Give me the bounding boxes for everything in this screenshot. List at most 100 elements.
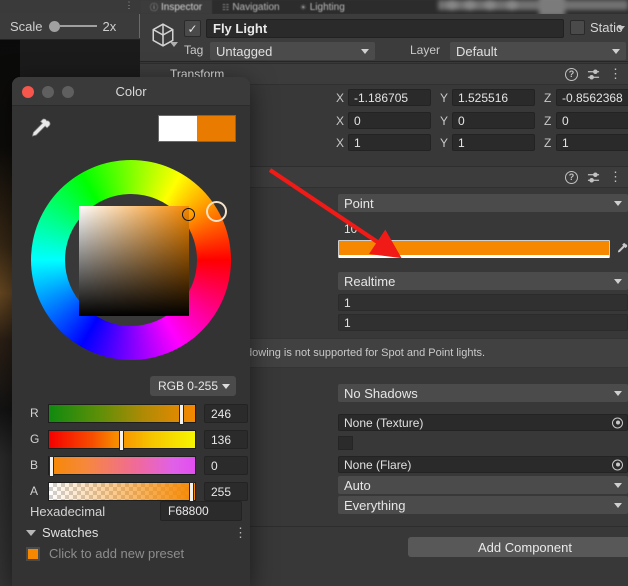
help-icon[interactable]: ? (565, 170, 578, 184)
window-traffic-lights (22, 86, 74, 98)
preset-icon[interactable] (587, 68, 600, 81)
channel-a-input[interactable]: 255 (204, 482, 248, 501)
channel-a-slider[interactable] (48, 482, 196, 503)
scale-z-input[interactable]: 1 (556, 134, 628, 151)
tab-inspector[interactable]: ⓘ Inspector (140, 0, 213, 14)
chevron-down-icon[interactable] (26, 529, 36, 536)
add-preset-row[interactable]: Click to add new preset (26, 546, 184, 561)
position-z-input[interactable]: -0.8562368 (556, 89, 628, 106)
chevron-down-icon (614, 201, 622, 206)
saturation-value-cursor[interactable] (182, 208, 195, 221)
static-checkbox[interactable] (570, 20, 585, 35)
help-icon[interactable]: ? (565, 67, 578, 81)
add-component-button[interactable]: Add Component (408, 537, 628, 557)
position-y-label: Y (440, 91, 449, 105)
color-preview-swatch[interactable] (158, 115, 236, 142)
position-z-label: Z (544, 91, 552, 105)
object-picker-icon[interactable] (612, 417, 623, 428)
tab-lighting-label: Lighting (309, 1, 345, 13)
position-x-label: X (336, 91, 345, 105)
light-bounce-intensity-input[interactable]: 1 (338, 314, 628, 331)
color-mode-value: RGB 0-255 (157, 379, 218, 393)
saturation-value-square[interactable] (79, 206, 189, 316)
layer-dropdown[interactable]: Default (450, 42, 626, 60)
color-picker-window: Color RGB 0-255 R 246 G 136 B 0 A 255 He… (12, 77, 250, 586)
scale-x-label: X (336, 136, 345, 150)
shadow-type-dropdown[interactable]: No Shadows (338, 384, 628, 402)
chevron-down-icon (361, 49, 369, 54)
rotation-z-input[interactable]: 0 (556, 112, 628, 129)
channel-b-knob[interactable] (49, 456, 54, 477)
scale-slider-track[interactable] (59, 25, 97, 27)
scene-toolbar-kebab-icon[interactable]: ⋮ (124, 1, 134, 13)
position-x-input[interactable]: -1.186705 (348, 89, 431, 106)
channel-row-g: G 136 (12, 428, 250, 452)
rotation-x-input[interactable]: 0 (348, 112, 431, 129)
swatches-label: Swatches (42, 525, 99, 540)
static-dropdown-caret-icon[interactable] (617, 26, 625, 31)
channel-r-knob[interactable] (178, 404, 184, 425)
shadow-type-value: No Shadows (344, 385, 418, 401)
rotation-x-label: X (336, 114, 345, 128)
current-color-chip[interactable] (26, 546, 40, 561)
object-picker-icon[interactable] (612, 459, 623, 470)
rotation-z-label: Z (544, 114, 552, 128)
maximize-icon[interactable] (62, 86, 74, 98)
culling-mask-dropdown[interactable]: Everything (338, 496, 628, 514)
gameobject-enabled-checkbox[interactable]: ✓ (184, 20, 201, 37)
channel-a-knob[interactable] (189, 482, 195, 503)
channel-row-r: R 246 (12, 402, 250, 426)
scale-value: 2x (102, 18, 117, 34)
channel-row-b: B 0 (12, 454, 250, 478)
preset-icon[interactable] (587, 171, 600, 184)
light-color-swatch[interactable] (338, 240, 610, 258)
hexadecimal-input[interactable]: F68800 (160, 501, 242, 521)
color-mode-dropdown[interactable]: RGB 0-255 (149, 376, 236, 396)
channel-g-slider[interactable] (48, 430, 196, 451)
scale-x-input[interactable]: 1 (348, 134, 431, 151)
light-range-input[interactable]: 10 (338, 220, 628, 237)
channel-g-input[interactable]: 136 (204, 430, 248, 449)
info-icon: ⓘ (150, 2, 158, 12)
color-picker-title: Color (115, 83, 147, 99)
gameobject-name-input[interactable]: Fly Light (206, 19, 564, 38)
channel-b-input[interactable]: 0 (204, 456, 248, 475)
render-mode-dropdown[interactable]: Auto (338, 476, 628, 494)
swatches-kebab-icon[interactable]: ⋮ (234, 526, 247, 539)
draw-halo-checkbox[interactable] (338, 436, 353, 450)
eyedropper-icon[interactable] (26, 118, 52, 144)
cookie-object-field[interactable]: None (Texture) (338, 414, 628, 431)
scale-y-label: Y (440, 136, 449, 150)
scale-slider-knob[interactable] (48, 20, 60, 32)
tag-layer-row: Tag Untagged Layer Default (140, 40, 628, 62)
swatches-section-header[interactable]: Swatches (26, 525, 98, 540)
minimize-icon[interactable] (42, 86, 54, 98)
light-intensity-input[interactable]: 1 (338, 294, 628, 311)
channel-r-input[interactable]: 246 (204, 404, 248, 423)
tab-navigation[interactable]: ☷ Navigation (212, 0, 289, 14)
position-y-input[interactable]: 1.525516 (452, 89, 535, 106)
flare-object-field[interactable]: None (Flare) (338, 456, 628, 473)
hue-wheel-cursor[interactable] (206, 201, 227, 222)
rotation-y-input[interactable]: 0 (452, 112, 535, 129)
cookie-value: None (Texture) (344, 415, 424, 430)
tag-dropdown[interactable]: Untagged (210, 42, 375, 60)
rotation-y-label: Y (440, 114, 449, 128)
kebab-menu-icon[interactable]: ⋮ (609, 67, 622, 81)
render-mode-value: Auto (344, 477, 371, 493)
light-type-dropdown[interactable]: Point (338, 194, 628, 212)
light-color-eyedropper-icon[interactable] (612, 239, 628, 259)
channel-b-slider[interactable] (48, 456, 196, 477)
color-preview-old (159, 116, 197, 141)
light-mode-dropdown[interactable]: Realtime (338, 272, 628, 290)
scale-slider[interactable] (48, 20, 97, 32)
scale-y-input[interactable]: 1 (452, 134, 535, 151)
close-icon[interactable] (22, 86, 34, 98)
channel-r-slider[interactable] (48, 404, 196, 425)
channel-g-knob[interactable] (119, 430, 125, 451)
scale-control[interactable]: Scale 2x (0, 13, 140, 39)
layer-dropdown-value: Default (456, 43, 498, 59)
color-wheel-area[interactable] (22, 151, 240, 369)
kebab-menu-icon[interactable]: ⋮ (609, 170, 622, 184)
tab-lighting[interactable]: ☀ Lighting (290, 0, 355, 14)
